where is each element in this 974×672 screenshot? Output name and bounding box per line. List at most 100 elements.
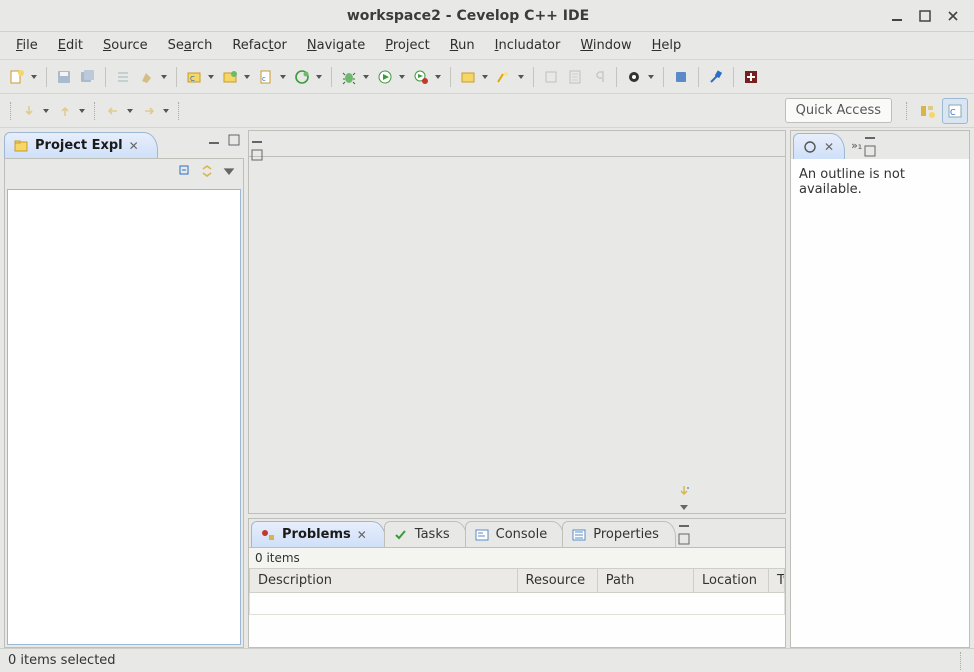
- outline-view: ✕ »₁ An outline is not available.: [790, 130, 970, 648]
- quick-access-input[interactable]: Quick Access: [785, 98, 892, 123]
- menu-help[interactable]: Help: [644, 34, 690, 57]
- menu-file[interactable]: File: [8, 34, 46, 57]
- view-menu-icon[interactable]: [676, 499, 692, 515]
- project-explorer-tab[interactable]: Project Expl ✕: [4, 132, 158, 158]
- outline-overflow-indicator[interactable]: »₁: [851, 139, 862, 152]
- new-folder-button[interactable]: [219, 65, 241, 89]
- new-source-file-button[interactable]: c: [255, 65, 277, 89]
- menu-run[interactable]: Run: [442, 34, 483, 57]
- tasks-tab[interactable]: Tasks: [384, 521, 467, 547]
- problems-filter-icon[interactable]: [676, 483, 692, 499]
- toggle-block-select-button[interactable]: [540, 65, 562, 89]
- view-maximize-icon[interactable]: [862, 143, 878, 159]
- close-icon[interactable]: ✕: [129, 139, 139, 153]
- view-minimize-icon[interactable]: [862, 127, 878, 143]
- project-explorer-toolbar: [5, 159, 243, 183]
- outline-icon: [802, 139, 818, 155]
- hospital-icon[interactable]: [740, 65, 762, 89]
- new-class-dropdown[interactable]: [313, 65, 325, 89]
- next-annotation-button[interactable]: [623, 65, 645, 89]
- profile-dropdown[interactable]: [432, 65, 444, 89]
- new-button[interactable]: [6, 65, 28, 89]
- search-button[interactable]: [493, 65, 515, 89]
- menu-search[interactable]: Search: [160, 34, 221, 57]
- window-minimize-button[interactable]: [890, 9, 904, 23]
- properties-tab[interactable]: Properties: [562, 521, 676, 547]
- menu-navigate[interactable]: Navigate: [299, 34, 373, 57]
- console-icon: [474, 527, 490, 543]
- project-explorer-view: Project Expl ✕: [4, 130, 244, 648]
- close-icon[interactable]: ✕: [357, 528, 367, 542]
- editor-maximize-icon[interactable]: [249, 147, 265, 163]
- toggle-paragraph-button[interactable]: [588, 65, 610, 89]
- window-titlebar: workspace2 - Cevelop C++ IDE: [0, 0, 974, 32]
- close-icon[interactable]: ✕: [824, 140, 834, 154]
- open-type-button[interactable]: [457, 65, 479, 89]
- view-maximize-icon[interactable]: [676, 531, 692, 547]
- cpp-perspective-button[interactable]: C: [942, 98, 968, 124]
- view-minimize-icon[interactable]: [206, 132, 222, 148]
- open-type-dropdown[interactable]: [479, 65, 491, 89]
- outline-tab[interactable]: ✕: [793, 133, 845, 159]
- new-dropdown[interactable]: [28, 65, 40, 89]
- open-perspective-button[interactable]: [914, 98, 940, 124]
- show-whitespace-button[interactable]: [564, 65, 586, 89]
- problems-col-type[interactable]: Type: [768, 569, 784, 593]
- menu-edit[interactable]: Edit: [50, 34, 91, 57]
- nav-forward-dropdown[interactable]: [160, 99, 172, 123]
- window-maximize-button[interactable]: [918, 9, 932, 23]
- menu-includator[interactable]: Includator: [487, 34, 569, 57]
- problems-col-resource[interactable]: Resource: [517, 569, 597, 593]
- link-editor-icon[interactable]: [199, 163, 215, 179]
- run-button[interactable]: [374, 65, 396, 89]
- nav-down-dropdown[interactable]: [40, 99, 52, 123]
- problems-table[interactable]: Description Resource Path Location Type: [249, 568, 785, 615]
- problems-col-description[interactable]: Description: [250, 569, 518, 593]
- problems-col-path[interactable]: Path: [597, 569, 693, 593]
- nav-back-icon[interactable]: [102, 99, 124, 123]
- build-button[interactable]: [136, 65, 158, 89]
- project-explorer-tree[interactable]: [7, 189, 241, 645]
- nav-up-dropdown[interactable]: [76, 99, 88, 123]
- tasks-icon: [393, 527, 409, 543]
- build-dropdown[interactable]: [158, 65, 170, 89]
- switch-source-header-button[interactable]: [112, 65, 134, 89]
- next-annotation-dropdown[interactable]: [645, 65, 657, 89]
- collapse-all-icon[interactable]: [177, 163, 193, 179]
- save-all-button[interactable]: [77, 65, 99, 89]
- problems-tab[interactable]: Problems ✕: [251, 521, 386, 547]
- new-cpp-project-dropdown[interactable]: [205, 65, 217, 89]
- properties-tab-label: Properties: [593, 527, 659, 542]
- view-menu-icon[interactable]: [221, 163, 237, 179]
- open-task-button[interactable]: [670, 65, 692, 89]
- new-source-file-dropdown[interactable]: [277, 65, 289, 89]
- menu-window[interactable]: Window: [572, 34, 639, 57]
- debug-dropdown[interactable]: [360, 65, 372, 89]
- problems-icon: [260, 527, 276, 543]
- window-close-button[interactable]: [946, 9, 960, 23]
- menu-refactor[interactable]: Refactor: [224, 34, 295, 57]
- profile-button[interactable]: [410, 65, 432, 89]
- nav-back-dropdown[interactable]: [124, 99, 136, 123]
- menu-project[interactable]: Project: [377, 34, 438, 57]
- view-maximize-icon[interactable]: [226, 132, 242, 148]
- new-class-button[interactable]: [291, 65, 313, 89]
- new-folder-dropdown[interactable]: [241, 65, 253, 89]
- navigation-toolbar: Quick Access C: [0, 94, 974, 128]
- editor-minimize-icon[interactable]: [249, 131, 265, 147]
- console-tab[interactable]: Console: [465, 521, 565, 547]
- nav-up-icon[interactable]: [54, 99, 76, 123]
- pin-editor-button[interactable]: [705, 65, 727, 89]
- run-dropdown[interactable]: [396, 65, 408, 89]
- search-dropdown[interactable]: [515, 65, 527, 89]
- project-explorer-icon: [13, 138, 29, 154]
- new-cpp-project-button[interactable]: C: [183, 65, 205, 89]
- view-minimize-icon[interactable]: [676, 515, 692, 531]
- save-button[interactable]: [53, 65, 75, 89]
- menu-source[interactable]: Source: [95, 34, 156, 57]
- editor-area: Problems ✕ Tasks Console Properties: [248, 130, 786, 648]
- debug-button[interactable]: [338, 65, 360, 89]
- nav-forward-icon[interactable]: [138, 99, 160, 123]
- nav-down-icon[interactable]: [18, 99, 40, 123]
- problems-col-location[interactable]: Location: [694, 569, 769, 593]
